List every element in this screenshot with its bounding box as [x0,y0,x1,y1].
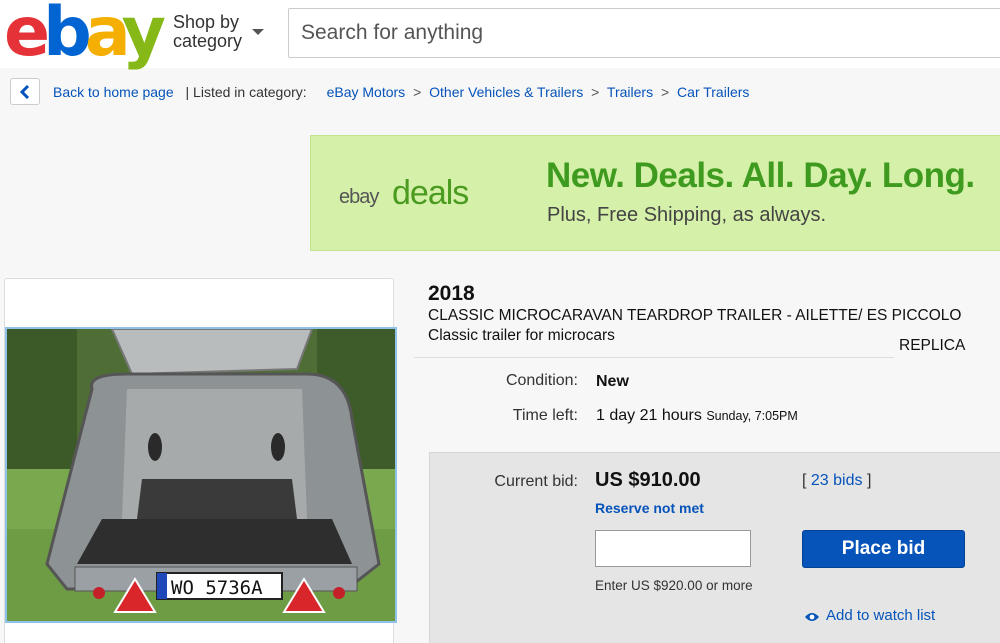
listing-title: CLASSIC MICROCARAVAN TEARDROP TRAILER - … [428,307,962,324]
category-label: category [173,31,243,51]
back-to-home-link[interactable]: Back to home page [53,84,174,100]
breadcrumb-separator: > [660,84,670,100]
banner-headline: New. Deals. All. Day. Long. [546,156,975,195]
time-left-end: Sunday, 7:05PM [706,409,798,423]
bid-amount-input[interactable] [595,530,751,567]
listing-photo[interactable]: WO 5736A [5,327,397,623]
divider [414,357,894,358]
deals-banner[interactable]: ebay deals New. Deals. All. Day. Long. P… [310,135,1000,251]
search-input[interactable] [288,8,1000,58]
breadcrumb-car-trailers[interactable]: Car Trailers [677,84,749,100]
condition-label: Condition: [505,372,578,389]
bracket-open: [ [802,472,807,489]
listing-replica: REPLICA [899,337,966,354]
chevron-down-icon[interactable] [252,29,264,35]
reserve-status: Reserve not met [595,500,704,516]
condition-value: New [596,373,629,390]
breadcrumb-other-vehicles[interactable]: Other Vehicles & Trailers [429,84,583,100]
breadcrumb-trailers[interactable]: Trailers [607,84,653,100]
breadcrumb-separator: > [413,84,422,100]
header: ebay Shop by category [0,0,1000,68]
chevron-left-icon [19,85,30,99]
breadcrumb: Back to home page | Listed in category: … [53,84,749,100]
license-plate-text: WO 5736A [171,577,263,599]
breadcrumb-ebay-motors[interactable]: eBay Motors [327,84,406,100]
bid-history-link[interactable]: 23 bids [811,472,863,489]
eye-icon [805,613,819,621]
image-panel: WO 5736A [4,278,397,643]
listed-in-label: | Listed in category: [185,84,307,100]
current-bid-price: US $910.00 [595,469,701,491]
watch-label: Add to watch list [826,607,936,624]
time-left-value: 1 day 21 hours Sunday, 7:05PM [596,407,798,425]
listing-year: 2018 [428,282,475,305]
back-button[interactable] [10,78,40,105]
shop-by-label: Shop by [173,12,240,32]
shop-by-category-button[interactable]: Shop by category [173,13,242,51]
bracket-close: ] [866,472,872,489]
listing-subtitle: Classic trailer for microcars [428,327,615,344]
time-left-label: Time left: [512,407,578,424]
bids-count: [ 23 bids ] [802,472,871,490]
add-to-watch-list-link[interactable]: Add to watch list [804,607,935,624]
time-left-duration: 1 day 21 hours [596,407,702,424]
breadcrumb-separator: > [591,84,600,100]
banner-subline: Plus, Free Shipping, as always. [547,204,827,226]
current-bid-label: Current bid: [494,473,578,490]
banner-ebay-wordmark: ebay [339,186,379,208]
bid-hint: Enter US $920.00 or more [595,578,753,593]
banner-deals-wordmark: deals [392,174,469,212]
place-bid-button[interactable]: Place bid [802,530,965,568]
breadcrumb-bar: Back to home page | Listed in category: … [0,68,1000,118]
ebay-logo[interactable]: ebay [4,0,166,67]
trailer-photo-illustration: WO 5736A [7,329,395,621]
